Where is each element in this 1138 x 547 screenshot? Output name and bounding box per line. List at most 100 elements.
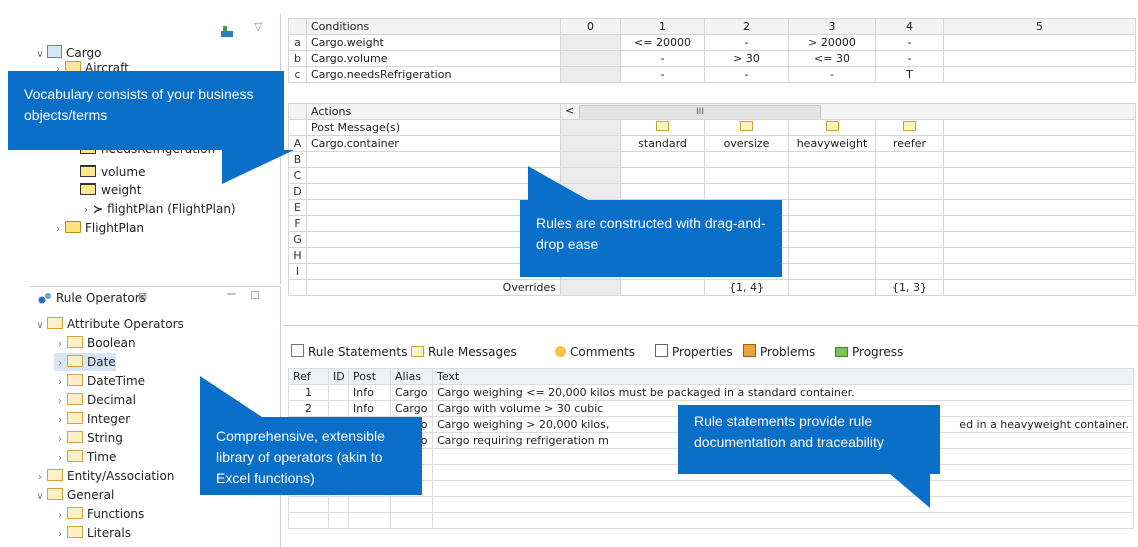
override-cell[interactable]: {1, 4} [704,279,789,296]
rule-cell[interactable] [942,183,1137,200]
tab-comments[interactable]: Comments [555,342,635,362]
operator-category[interactable]: › Integer [54,410,130,428]
operator-category[interactable]: › String [54,429,123,447]
operator-category[interactable]: › Decimal [54,391,136,409]
column-header[interactable]: ID [328,368,349,385]
action-expression[interactable] [306,167,561,184]
override-cell[interactable] [620,279,705,296]
chevron-right-icon[interactable]: › [54,450,66,468]
action-expression[interactable]: Cargo.container [306,135,561,152]
operator-category[interactable]: › DateTime [54,372,145,390]
operator-category[interactable]: › Date [54,353,116,371]
rule-cell[interactable] [704,183,789,200]
rule-cell[interactable] [875,199,944,216]
rule-cell[interactable] [560,66,621,83]
rule-cell[interactable]: - [875,50,944,67]
chevron-down-icon[interactable]: ∨ [34,488,46,506]
rule-cell[interactable] [620,183,705,200]
envelope-icon[interactable] [875,119,944,136]
rule-cell[interactable]: - [788,66,876,83]
envelope-icon[interactable] [788,119,876,136]
rule-cell[interactable]: oversize [704,135,789,152]
column-header[interactable]: 1 [620,18,705,35]
rule-cell[interactable]: - [875,34,944,51]
column-header[interactable]: 4 [875,18,944,35]
column-header[interactable]: 0 [560,18,621,35]
rule-cell[interactable] [875,183,944,200]
operator-category[interactable]: › Literals [54,524,131,542]
rule-cell[interactable]: - [704,66,789,83]
rule-cell[interactable] [704,151,789,168]
rule-cell[interactable] [942,263,1137,280]
rule-cell[interactable] [942,199,1137,216]
rule-cell[interactable] [788,167,876,184]
rule-cell[interactable] [560,34,621,51]
operator-category[interactable]: › Time [54,448,116,466]
maximize-icon[interactable]: ☐ [250,289,260,302]
close-tab-icon[interactable]: ⊠ [138,290,147,303]
rule-cell[interactable] [788,151,876,168]
chevron-right-icon[interactable]: › [54,507,66,525]
tab-progress[interactable]: Progress [835,342,903,362]
chevron-right-icon[interactable]: › [54,336,66,354]
scroll-thumb[interactable]: III [579,105,821,119]
chevron-right-icon[interactable]: › [54,393,66,411]
operator-category[interactable]: ∨ Attribute Operators [34,315,184,333]
rule-cell[interactable]: - [620,50,705,67]
rule-cell[interactable] [875,263,944,280]
rule-cell[interactable] [942,151,1137,168]
column-header[interactable]: 2 [704,18,789,35]
vocab-attr-weight[interactable]: weight [78,181,141,199]
chevron-right-icon[interactable]: › [54,526,66,544]
chevron-down-icon[interactable]: ∨ [34,317,46,335]
column-header[interactable]: Alias [390,368,433,385]
tab-problems[interactable]: Problems [743,342,815,362]
rule-cell[interactable] [620,167,705,184]
horizontal-scrollbar[interactable]: < III [559,103,1137,120]
rule-cell[interactable] [943,50,1136,67]
rule-cell[interactable] [560,135,621,152]
rule-cell[interactable] [788,183,876,200]
rule-cell[interactable]: reefer [875,135,944,152]
envelope-icon[interactable] [704,119,789,136]
rule-cell[interactable] [942,135,1137,152]
override-cell[interactable]: {1, 3} [875,279,944,296]
rule-cell[interactable] [788,263,876,280]
column-header[interactable]: 5 [943,18,1136,35]
column-header[interactable]: Text [432,368,1134,385]
chevron-right-icon[interactable]: › [34,469,46,487]
envelope-icon[interactable] [620,119,705,136]
rule-cell[interactable]: <= 20000 [620,34,705,51]
rule-cell[interactable] [942,167,1137,184]
rule-cell[interactable] [704,167,789,184]
column-header[interactable]: Post [348,368,391,385]
chevron-right-icon[interactable]: › [54,355,66,373]
rule-cell[interactable] [875,167,944,184]
rule-cell[interactable] [875,215,944,232]
rule-cell[interactable] [942,231,1137,248]
rule-cell[interactable]: standard [620,135,705,152]
operator-category[interactable]: › Functions [54,505,144,523]
rule-cell[interactable] [875,231,944,248]
rule-cell[interactable] [942,215,1137,232]
rule-cell[interactable] [788,247,876,264]
rule-cell[interactable] [942,247,1137,264]
rule-cell[interactable] [620,151,705,168]
rule-cell[interactable] [560,50,621,67]
rule-cell[interactable]: heavyweight [788,135,876,152]
chevron-right-icon[interactable]: › [54,374,66,392]
vocab-entity-flightplan[interactable]: › FlightPlan [52,219,144,237]
vocab-assoc-flightplan[interactable]: › ≻ flightPlan (FlightPlan) [80,200,236,218]
view-menu-chevron-icon[interactable]: ▽ [254,20,262,33]
override-cell[interactable] [788,279,876,296]
tab-properties[interactable]: Properties [655,342,733,362]
column-header[interactable]: 3 [788,18,876,35]
override-cell[interactable] [560,279,621,296]
vocab-attr-volume[interactable]: volume [78,163,145,181]
rule-cell[interactable] [788,215,876,232]
vocabulary-toolbar-icon[interactable] [220,24,236,41]
tab-rule-messages[interactable]: Rule Messages [411,342,517,362]
action-expression[interactable] [306,151,561,168]
column-header[interactable]: Ref [288,368,329,385]
rule-cell[interactable]: - [620,66,705,83]
